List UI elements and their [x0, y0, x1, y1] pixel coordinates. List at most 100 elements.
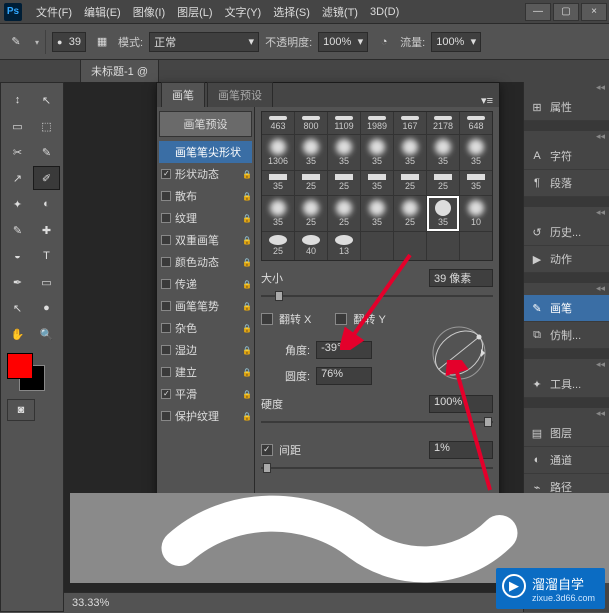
- brush-option-10[interactable]: 建立🔒: [159, 361, 252, 383]
- healing-tool[interactable]: ↗: [4, 166, 31, 190]
- brush-tip-cell[interactable]: 35: [361, 171, 393, 195]
- brush-tip-cell[interactable]: 35: [361, 135, 393, 169]
- marquee-tool[interactable]: ▭: [4, 114, 31, 138]
- lock-icon[interactable]: 🔒: [242, 258, 250, 267]
- brush-tip-cell[interactable]: 2178: [427, 112, 459, 134]
- angle-input[interactable]: -39°: [316, 341, 372, 359]
- panel-properties[interactable]: ⊞属性: [524, 94, 609, 121]
- opacity-input[interactable]: 100%▾: [318, 32, 368, 52]
- lock-icon[interactable]: 🔒: [242, 368, 250, 377]
- brush-tip-cell[interactable]: 35: [460, 171, 492, 195]
- panel-tool-presets[interactable]: ✦工具...: [524, 371, 609, 398]
- brush-tip-cell[interactable]: [427, 232, 459, 260]
- lock-icon[interactable]: 🔒: [242, 170, 250, 179]
- brush-option-check[interactable]: [161, 235, 171, 245]
- lock-icon[interactable]: 🔒: [242, 280, 250, 289]
- zoom-tool[interactable]: 🔍: [33, 322, 60, 346]
- panel-channels[interactable]: ◐通道: [524, 447, 609, 474]
- brush-tip-cell[interactable]: [361, 232, 393, 260]
- brush-tip-cell[interactable]: 35: [361, 196, 393, 230]
- collapse-handle[interactable]: ◂◂: [524, 82, 609, 94]
- brush-option-check[interactable]: [161, 213, 171, 223]
- panel-clone-source[interactable]: ⧉仿制...: [524, 322, 609, 349]
- menu-3d[interactable]: 3D(D): [364, 6, 405, 18]
- brush-option-12[interactable]: 保护纹理🔒: [159, 405, 252, 427]
- lock-icon[interactable]: 🔒: [242, 236, 250, 245]
- brush-tip-cell[interactable]: [394, 232, 426, 260]
- menu-image[interactable]: 图像(I): [127, 4, 171, 20]
- brush-tip-cell[interactable]: 25: [262, 232, 294, 260]
- roundness-input[interactable]: 76%: [316, 367, 372, 385]
- type-tool[interactable]: T: [33, 244, 60, 268]
- tab-brush-presets[interactable]: 画笔预设: [207, 82, 273, 107]
- brush-panel-toggle[interactable]: ▦: [92, 32, 112, 52]
- brush-tip-cell[interactable]: 35: [394, 135, 426, 169]
- brush-tip-cell[interactable]: 1306: [262, 135, 294, 169]
- brush-option-8[interactable]: 杂色🔒: [159, 317, 252, 339]
- flip-y-checkbox[interactable]: [335, 313, 347, 325]
- spacing-checkbox[interactable]: [261, 444, 273, 456]
- menu-select[interactable]: 选择(S): [267, 4, 316, 20]
- size-input[interactable]: 39 像素: [429, 269, 493, 287]
- brush-option-7[interactable]: 画笔笔势🔒: [159, 295, 252, 317]
- brush-option-check[interactable]: [161, 323, 171, 333]
- angle-roundness-widget[interactable]: [429, 323, 489, 383]
- brush-tip-cell[interactable]: 35: [427, 135, 459, 169]
- menu-file[interactable]: 文件(F): [30, 4, 78, 20]
- history-brush-tool[interactable]: ◐: [33, 192, 60, 216]
- brush-tip-cell[interactable]: 25: [394, 171, 426, 195]
- brush-tip-cell[interactable]: 35: [328, 135, 360, 169]
- lock-icon[interactable]: 🔒: [242, 346, 250, 355]
- brush-tip-cell[interactable]: 10: [460, 196, 492, 230]
- arrow-tool[interactable]: ↖: [33, 88, 60, 112]
- blend-mode-select[interactable]: 正常▾: [149, 32, 259, 52]
- brush-tip-cell[interactable]: 35: [262, 171, 294, 195]
- brush-tip-cell[interactable]: [460, 232, 492, 260]
- flip-x-checkbox[interactable]: [261, 313, 273, 325]
- panel-brush[interactable]: ✎画笔: [524, 295, 609, 322]
- hardness-input[interactable]: 100%: [429, 395, 493, 413]
- tab-brush[interactable]: 画笔: [161, 82, 205, 107]
- brush-option-check[interactable]: [161, 191, 171, 201]
- brush-tip-cell[interactable]: 25: [427, 171, 459, 195]
- brush-option-3[interactable]: 纹理🔒: [159, 207, 252, 229]
- lock-icon[interactable]: 🔒: [242, 412, 250, 421]
- brush-tip-cell[interactable]: 25: [295, 171, 327, 195]
- brush-option-4[interactable]: 双重画笔🔒: [159, 229, 252, 251]
- lock-icon[interactable]: 🔒: [242, 214, 250, 223]
- brush-tip-cell[interactable]: 35: [460, 135, 492, 169]
- gradient-tool[interactable]: ✚: [33, 218, 60, 242]
- crop-tool[interactable]: ✂: [4, 140, 31, 164]
- color-swatches[interactable]: [7, 353, 47, 393]
- brush-option-check[interactable]: [161, 257, 171, 267]
- brush-tip-cell[interactable]: 35: [295, 135, 327, 169]
- move-tool[interactable]: ↕: [4, 88, 31, 112]
- panel-character[interactable]: A字符: [524, 143, 609, 170]
- window-minimize[interactable]: —: [525, 3, 551, 21]
- size-slider[interactable]: [261, 289, 493, 303]
- brush-tip-cell[interactable]: 463: [262, 112, 294, 134]
- brush-presets-button[interactable]: 画笔预设: [159, 111, 252, 137]
- brush-tip-cell[interactable]: 25: [394, 196, 426, 230]
- brush-option-9[interactable]: 湿边🔒: [159, 339, 252, 361]
- pen-tool[interactable]: ✒: [4, 270, 31, 294]
- brush-option-check[interactable]: [161, 411, 171, 421]
- foreground-color[interactable]: [7, 353, 33, 379]
- brush-option-6[interactable]: 传递🔒: [159, 273, 252, 295]
- brush-tip-cell[interactable]: 35: [427, 196, 459, 230]
- menu-filter[interactable]: 滤镜(T): [316, 4, 364, 20]
- brush-option-5[interactable]: 颜色动态🔒: [159, 251, 252, 273]
- eraser-tool[interactable]: ✎: [4, 218, 31, 242]
- brush-tip-cell[interactable]: 25: [328, 171, 360, 195]
- lock-icon[interactable]: 🔒: [242, 324, 250, 333]
- panel-paragraph[interactable]: ¶段落: [524, 170, 609, 197]
- panel-layers[interactable]: ▤图层: [524, 420, 609, 447]
- brush-tip-grid[interactable]: 4638001109198916721786481306353535353535…: [261, 111, 493, 261]
- panel-menu-icon[interactable]: ▾≡: [475, 94, 499, 107]
- brush-tip-cell[interactable]: 800: [295, 112, 327, 134]
- panel-actions[interactable]: ▶动作: [524, 246, 609, 273]
- brush-tip-cell[interactable]: 35: [262, 196, 294, 230]
- tool-preset-icon[interactable]: ✎: [6, 32, 26, 52]
- lock-icon[interactable]: 🔒: [242, 192, 250, 201]
- brush-option-1[interactable]: 形状动态🔒: [159, 163, 252, 185]
